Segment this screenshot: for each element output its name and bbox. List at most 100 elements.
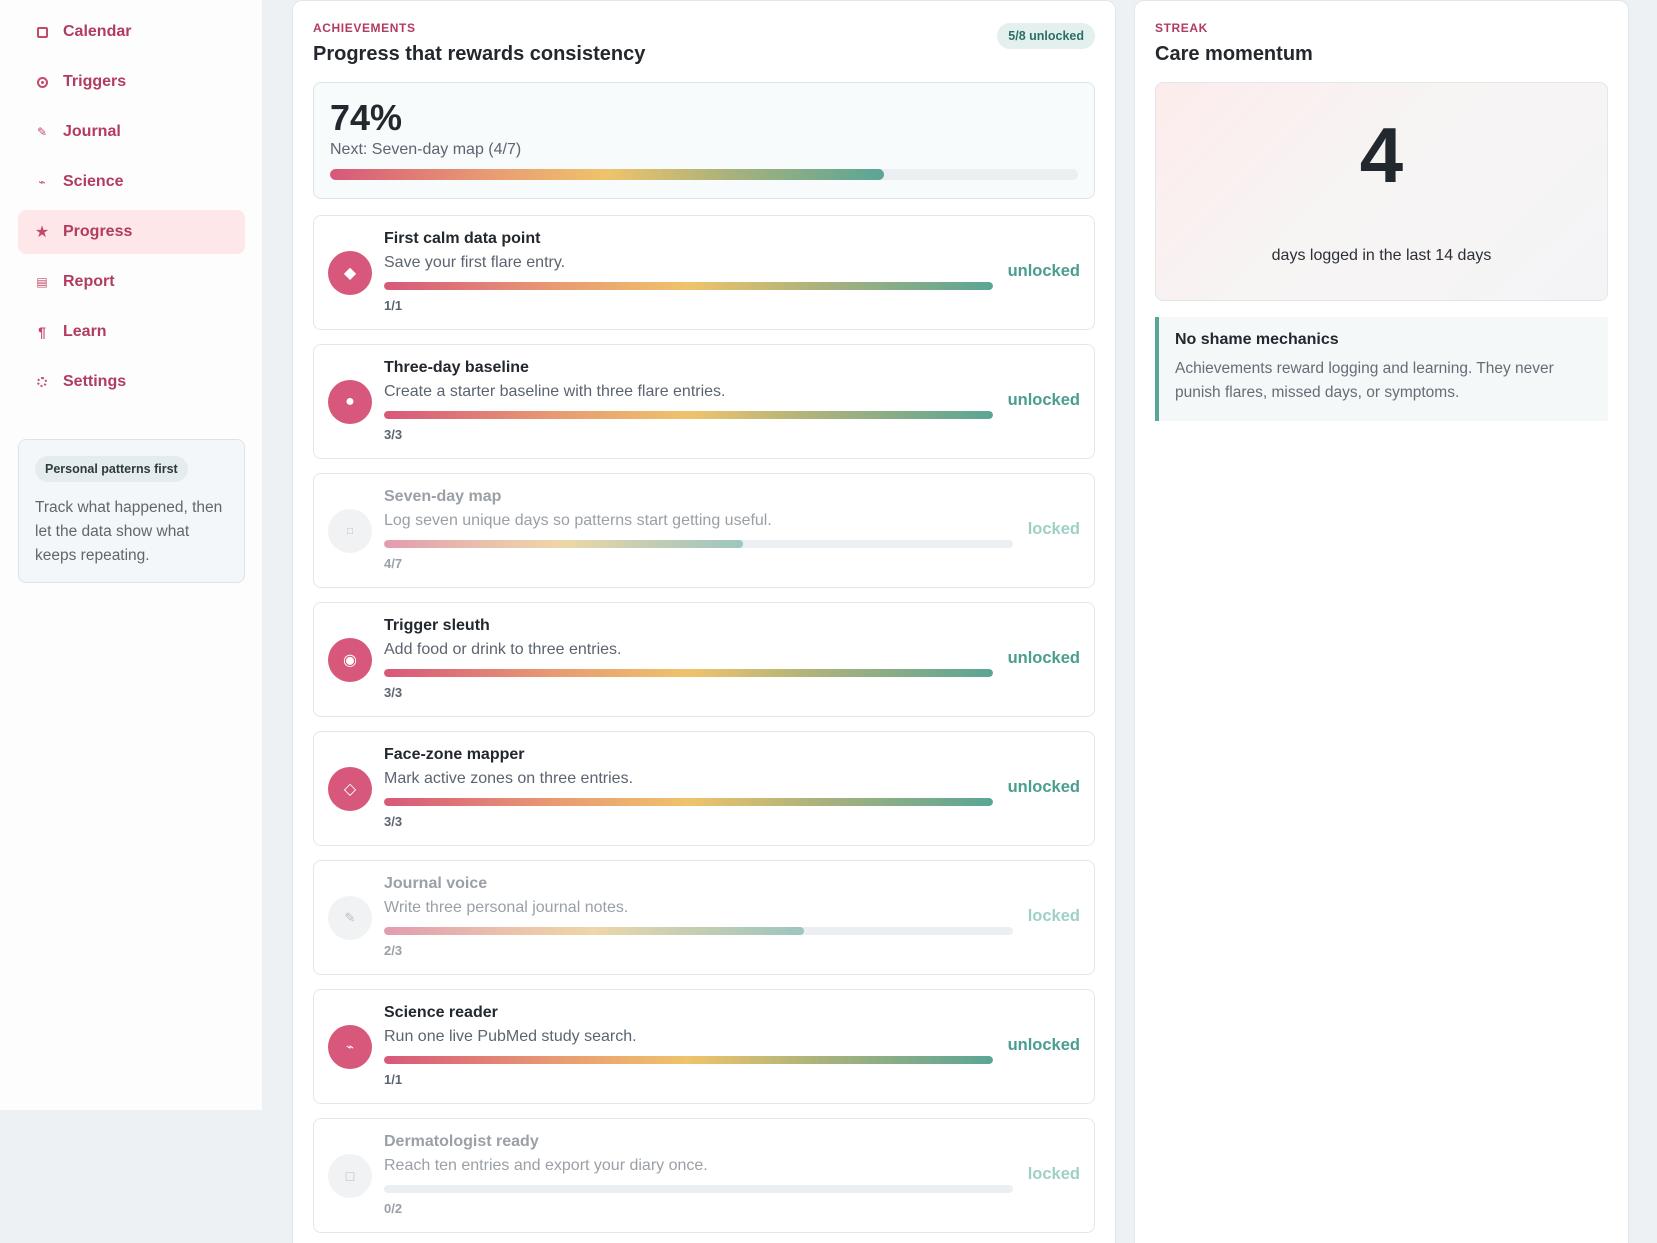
note-text: Achievements reward logging and learning… [1175, 360, 1554, 401]
achievement-status: locked [1027, 1165, 1080, 1183]
achievement-title: Seven-day map [384, 488, 502, 505]
achievement-description: Reach ten entries and export your diary … [384, 1157, 708, 1174]
achievement-progress-text: 2/3 [384, 943, 403, 958]
achievement-title: Trigger sleuth [384, 617, 490, 634]
achievement-description: Log seven unique days so patterns start … [384, 512, 772, 529]
streak-counter: 4 days logged in the last 14 days [1155, 82, 1608, 301]
achievement-card[interactable]: ● Three-day baseline Create a starter ba… [313, 344, 1095, 459]
pencil-icon: ✎ [36, 125, 48, 139]
achievement-card[interactable]: ◆ First calm data point Save your first … [313, 215, 1095, 330]
sidebar-item-triggers[interactable]: Triggers [18, 60, 245, 104]
achievement-progress-bar [384, 540, 1013, 548]
achievement-progress-bar [384, 927, 1013, 935]
sidebar-item-label: Progress [63, 223, 133, 240]
pencil-icon: ✎ [328, 896, 372, 940]
achievement-status: locked [1027, 520, 1080, 538]
streak-eyebrow: STREAK [1155, 21, 1208, 35]
achievement-status: locked [1027, 907, 1080, 925]
achievement-status: unlocked [1007, 262, 1080, 280]
diamond-outline-icon: ◇ [328, 767, 372, 811]
achievement-title: Three-day baseline [384, 359, 529, 376]
pulse-icon: ⌁ [38, 175, 46, 189]
overall-progress-fill [330, 169, 884, 180]
achievement-progress-bar [384, 411, 993, 419]
achievement-progress-text: 3/3 [384, 814, 403, 829]
achievement-progress-text: 1/1 [384, 298, 403, 313]
sidebar-item-label: Learn [63, 323, 107, 340]
sidebar-item-journal[interactable]: ✎ Journal [18, 110, 245, 154]
achievement-status: unlocked [1007, 649, 1080, 667]
achievement-progress-text: 3/3 [384, 427, 403, 442]
progress-summary: 74% Next: Seven-day map (4/7) [313, 82, 1095, 199]
sidebar-item-label: Calendar [63, 23, 132, 40]
achievement-progress-text: 4/7 [384, 556, 403, 571]
personal-patterns-text: Track what happened, then let the data s… [35, 499, 223, 564]
achievement-title: First calm data point [384, 230, 541, 247]
achievement-list: ◆ First calm data point Save your first … [313, 215, 1095, 1233]
achievement-progress-bar [384, 1056, 993, 1064]
achievement-card[interactable]: ◉ Trigger sleuth Add food or drink to th… [313, 602, 1095, 717]
achievement-status: unlocked [1007, 1036, 1080, 1054]
achievement-progress-bar [384, 1185, 1013, 1193]
target-icon: ◉ [328, 638, 372, 682]
overall-progress-bar [330, 169, 1078, 180]
personal-patterns-badge: Personal patterns first [35, 456, 188, 482]
streak-number: 4 [1359, 111, 1404, 199]
achievement-description: Mark active zones on three entries. [384, 770, 634, 787]
sidebar-item-progress[interactable]: ★ Progress [18, 210, 245, 254]
circle-icon: ● [328, 380, 372, 424]
achievement-status: unlocked [1007, 391, 1080, 409]
achievement-progress-fill [384, 411, 993, 419]
diamond-icon: ◆ [328, 251, 372, 295]
streak-label: days logged in the last 14 days [1271, 247, 1492, 264]
achievement-description: Add food or drink to three entries. [384, 641, 622, 658]
sidebar-item-label: Journal [63, 123, 121, 140]
sidebar-item-settings[interactable]: Settings [18, 360, 245, 404]
achievement-title: Dermatologist ready [384, 1133, 539, 1150]
achievement-progress-fill [384, 798, 993, 806]
achievement-status: unlocked [1007, 778, 1080, 796]
next-achievement: Next: Seven-day map (4/7) [330, 141, 522, 158]
star-icon: ★ [34, 224, 50, 241]
sidebar: Calendar Triggers ✎ Journal ⌁ Science ★ … [0, 0, 263, 1110]
paragraph-icon: ¶ [38, 324, 46, 340]
gear-icon [34, 377, 50, 387]
achievement-title: Face-zone mapper [384, 746, 525, 763]
achievement-progress-bar [384, 798, 993, 806]
sidebar-item-report[interactable]: ▤ Report [18, 260, 245, 304]
personal-patterns-card: Personal patterns first Track what happe… [18, 439, 245, 583]
achievement-card[interactable]: □ Dermatologist ready Reach ten entries … [313, 1118, 1095, 1233]
achievement-card[interactable]: ✎ Journal voice Write three personal jou… [313, 860, 1095, 975]
achievement-description: Save your first flare entry. [384, 254, 566, 271]
pulse-icon: ⌁ [328, 1025, 372, 1069]
achievements-eyebrow: ACHIEVEMENTS [313, 21, 416, 35]
sidebar-item-learn[interactable]: ¶ Learn [18, 310, 245, 354]
achievement-progress-fill [384, 669, 993, 677]
achievement-title: Science reader [384, 1004, 498, 1021]
no-shame-note: No shame mechanics Achievements reward l… [1155, 317, 1608, 421]
achievement-description: Run one live PubMed study search. [384, 1028, 637, 1045]
calendar-icon [34, 26, 50, 38]
achievement-description: Create a starter baseline with three fla… [384, 383, 726, 400]
achievement-progress-text: 3/3 [384, 685, 403, 700]
achievements-title: Progress that rewards consistency [313, 43, 646, 65]
achievement-card[interactable]: ⌁ Science reader Run one live PubMed stu… [313, 989, 1095, 1104]
achievement-card[interactable]: □ Seven-day map Log seven unique days so… [313, 473, 1095, 588]
achievement-progress-fill [384, 927, 804, 935]
achievement-progress-fill [384, 540, 744, 548]
achievement-card[interactable]: ◇ Face-zone mapper Mark active zones on … [313, 731, 1095, 846]
streak-panel: STREAK Care momentum 4 days logged in th… [1134, 0, 1629, 1243]
sidebar-item-label: Report [63, 273, 115, 290]
achievement-progress-bar [384, 669, 993, 677]
report-icon: ▤ [36, 275, 48, 289]
sidebar-item-calendar[interactable]: Calendar [18, 10, 245, 54]
target-icon [34, 76, 50, 88]
achievement-progress-fill [384, 282, 993, 290]
sidebar-item-science[interactable]: ⌁ Science [18, 160, 245, 204]
achievement-progress-text: 0/2 [384, 1201, 403, 1216]
square-icon: □ [328, 1154, 372, 1198]
progress-percent: 74% [330, 97, 403, 138]
sidebar-item-label: Triggers [63, 73, 127, 90]
note-title: No shame mechanics [1175, 331, 1339, 348]
achievement-description: Write three personal journal notes. [384, 899, 629, 916]
